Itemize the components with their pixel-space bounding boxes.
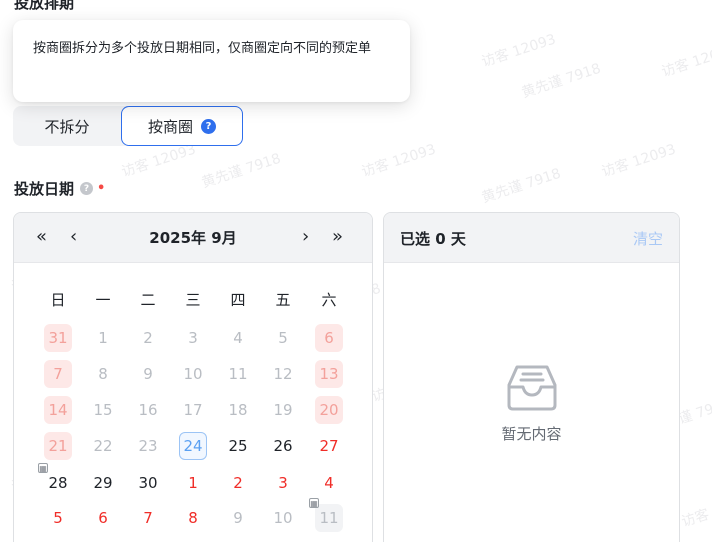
calendar-day-cell[interactable]: 30 (134, 469, 162, 497)
watermark-text: 访客 12093 (359, 141, 438, 181)
calendar-day-cell[interactable]: 10 (179, 360, 207, 388)
calendar-day-cell[interactable]: 1 (89, 324, 117, 352)
calendar-day-cell[interactable]: 7 (44, 360, 72, 388)
calendar-day-cell[interactable]: 18 (224, 396, 252, 424)
question-circle-icon[interactable]: ? (80, 182, 94, 195)
split-option-none-label: 不拆分 (44, 117, 90, 136)
calendar-day-cell[interactable]: 23 (134, 432, 162, 460)
inbox-icon (507, 365, 556, 411)
calendar-day-cell[interactable]: 5 (269, 324, 297, 352)
calendar-day-cell[interactable]: 10 (269, 504, 297, 532)
calendar-day-cell[interactable]: 2 (134, 324, 162, 352)
calendar-day-cell[interactable]: 1 (179, 469, 207, 497)
split-option-by-district-label: 按商圈 (147, 117, 193, 136)
calendar-day-cell[interactable]: 4 (315, 469, 343, 497)
tooltip-text: 按商圈拆分为多个投放日期相同，仅商圈定向不同的预定单 (33, 41, 372, 56)
weekday-row: 日一二三四五六 (14, 289, 372, 311)
calendar-day-cell[interactable]: 11 (315, 504, 343, 532)
split-option-none[interactable]: 不拆分 (13, 106, 121, 146)
watermark-text: 访客 12093 (599, 141, 678, 181)
weekday-label: 六 (321, 291, 337, 309)
calendar-day-cell[interactable]: 28 (44, 469, 72, 497)
calendar-day-cell[interactable]: 2 (224, 469, 252, 497)
split-option-by-district[interactable]: 按商圈 ? (121, 106, 243, 146)
day-marker-icon: ▦ (38, 463, 48, 473)
calendar-day-cell[interactable]: 22 (89, 432, 117, 460)
weekday-label: 二 (140, 291, 156, 309)
date-field-label: 投放日期 ? • (14, 178, 105, 199)
day-marker-icon: ▦ (309, 498, 319, 508)
calendar-day-cell[interactable]: 11 (224, 360, 252, 388)
calendar-day-cell[interactable]: 8 (179, 504, 207, 532)
split-mode-segmented: 不拆分 按商圈 ? (13, 106, 243, 146)
calendar-day-cell[interactable]: 7 (134, 504, 162, 532)
split-help-tooltip: 按商圈拆分为多个投放日期相同，仅商圈定向不同的预定单 (13, 20, 410, 102)
date-picker-calendar: « ‹ 2025年 9月 › » 日一二三四五六 31 1 2 3 4 5 6 7 8 9 10 11… (13, 212, 373, 542)
watermark-text: 黄先谨 7918 (479, 165, 563, 207)
calendar-day-cell[interactable]: 13 (315, 360, 343, 388)
selected-count-title: 已选 0 天 (400, 230, 466, 248)
weekday-label: 一 (95, 291, 111, 309)
page: 访客 12093 黄先谨 7918 访客 12093 访客 12093 黄先谨 7918… (0, 0, 712, 542)
calendar-day-cell[interactable]: 3 (269, 469, 297, 497)
calendar-day-cell[interactable]: 3 (179, 324, 207, 352)
calendar-day-cell[interactable]: 9 (224, 504, 252, 532)
watermark-text: 黄先谨 7918 (199, 150, 283, 192)
calendar-month-title: 2025年 9月 (149, 229, 237, 247)
calendar-day-cell[interactable]: 24 (179, 432, 207, 460)
weekday-label: 四 (230, 291, 246, 309)
clear-button[interactable]: 清空 (633, 228, 663, 249)
weekday-label: 日 (50, 291, 66, 309)
calendar-day-cell[interactable]: 8 (89, 360, 117, 388)
calendar-day-cell[interactable]: 31 (44, 324, 72, 352)
calendar-day-cell[interactable]: 14 (44, 396, 72, 424)
calendar-day-cell[interactable]: 26 (269, 432, 297, 460)
calendar-day-cell[interactable]: 15 (89, 396, 117, 424)
next-year-button[interactable]: » (332, 226, 343, 247)
section-title: 投放排期 (14, 0, 75, 12)
calendar-day-cell[interactable]: 4 (224, 324, 252, 352)
calendar-day-cell[interactable]: 5 (44, 504, 72, 532)
required-mark: • (97, 181, 106, 196)
calendar-day-cell[interactable]: 12 (269, 360, 297, 388)
selected-dates-panel: 已选 0 天 清空 暂无内容 (383, 212, 680, 542)
calendar-day-cell[interactable]: 6 (89, 504, 117, 532)
empty-state: 暂无内容 (384, 363, 679, 444)
calendar-header: « ‹ 2025年 9月 › » (14, 213, 372, 263)
calendar-day-cell[interactable]: 6 (315, 324, 343, 352)
calendar-day-cell[interactable]: 20 (315, 396, 343, 424)
empty-state-text: 暂无内容 (501, 425, 562, 443)
calendar-day-cell[interactable]: 9 (134, 360, 162, 388)
watermark-text: 黄先谨 7918 (519, 60, 603, 102)
next-month-button[interactable]: › (302, 226, 309, 247)
question-circle-icon[interactable]: ? (201, 118, 216, 134)
watermark-text: 访客 12093 (679, 491, 712, 531)
watermark-text: 访客 12093 (659, 41, 712, 81)
calendar-day-cell[interactable]: 16 (134, 396, 162, 424)
selected-panel-header: 已选 0 天 清空 (384, 213, 679, 263)
weekday-label: 五 (275, 291, 291, 309)
calendar-day-cell[interactable]: 27 (315, 432, 343, 460)
calendar-day-cell[interactable]: 29 (89, 469, 117, 497)
watermark-text: 访客 12093 (479, 31, 558, 71)
weekday-label: 三 (185, 291, 201, 309)
date-field-label-text: 投放日期 (14, 180, 75, 198)
calendar-day-cell[interactable]: 21 (44, 432, 72, 460)
calendar-day-cell[interactable]: 17 (179, 396, 207, 424)
calendar-day-cell[interactable]: 25 (224, 432, 252, 460)
calendar-day-cell[interactable]: 19 (269, 396, 297, 424)
